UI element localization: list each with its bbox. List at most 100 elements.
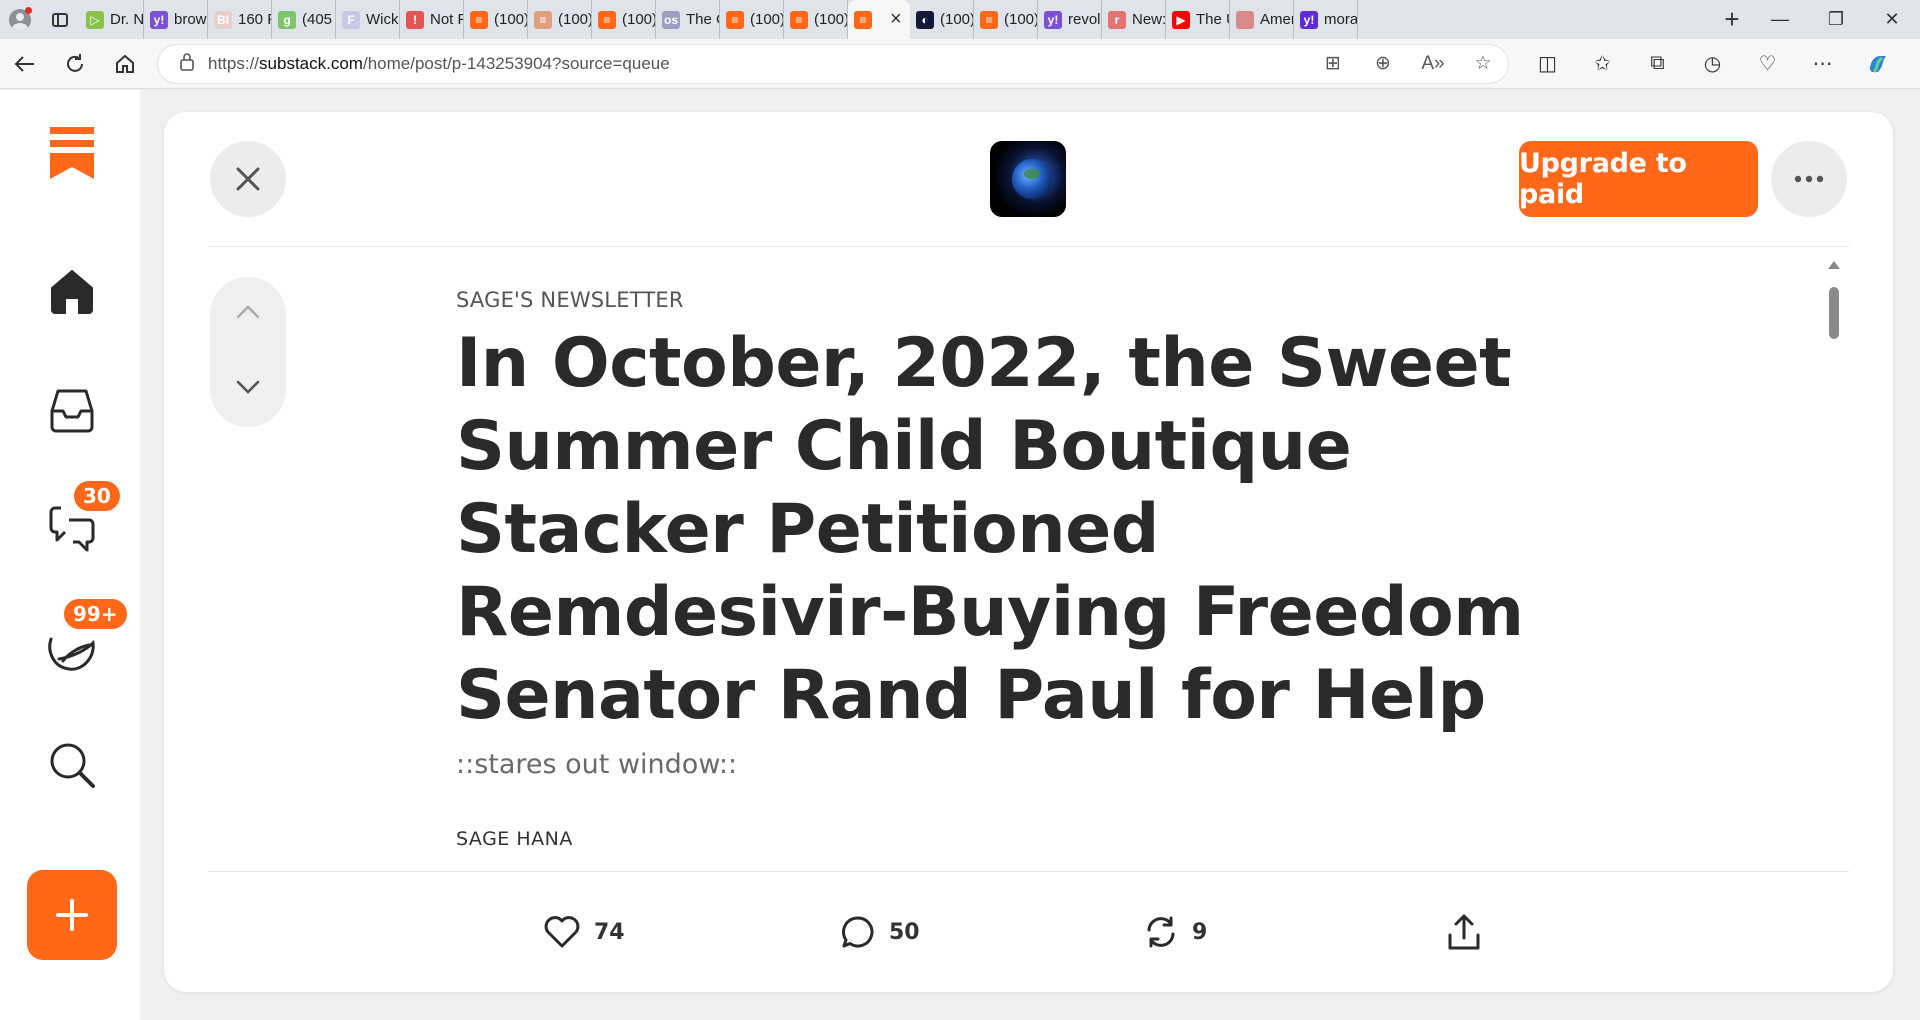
publication-name[interactable]: SAGE'S NEWSLETTER	[456, 247, 1556, 312]
tab-favicon-icon: ≡	[980, 10, 998, 29]
history-icon[interactable]: ◷	[1685, 39, 1740, 89]
browser-tab[interactable]: y! revol	[1038, 0, 1102, 39]
more-tools-icon[interactable]: ⋯	[1795, 39, 1850, 89]
substack-logo[interactable]	[35, 116, 109, 190]
app-available-icon[interactable]: ⊞	[1308, 45, 1358, 83]
profile-button[interactable]	[0, 0, 40, 39]
tab-favicon-icon: y!	[150, 10, 168, 29]
browser-tab[interactable]: BI 160 F	[208, 0, 272, 39]
tab-favicon-icon: ≡	[726, 10, 744, 29]
favorite-star-icon[interactable]: ☆	[1458, 45, 1508, 83]
refresh-button[interactable]	[50, 39, 100, 89]
browser-tab[interactable]: ≡ (100)	[464, 0, 528, 39]
close-icon	[236, 167, 260, 191]
back-button[interactable]	[0, 39, 50, 89]
tab-title: The U	[1196, 11, 1229, 28]
refresh-icon	[67, 53, 83, 72]
browser-tab[interactable]: ≡ (100)	[720, 0, 784, 39]
browser-tab[interactable]: ! Not F	[400, 0, 464, 39]
copilot-icon[interactable]	[1850, 39, 1905, 89]
browser-tools: ◫ ✩ ⧉ ◷ ♡ ⋯	[1520, 39, 1905, 89]
browser-tab[interactable]: y! brow	[144, 0, 208, 39]
upgrade-to-paid-button[interactable]: Upgrade to paid	[1519, 141, 1758, 217]
tab-favicon-icon: ≡	[598, 10, 616, 29]
tab-favicon-icon: ▷	[86, 10, 104, 29]
restore-button[interactable]: ❐	[1808, 0, 1864, 39]
tab-list: ▷ Dr. N y! brow BI 160 F g (405 F Wick! Not F ≡ (100…	[80, 0, 1712, 39]
browser-tab[interactable]: ≡ (100)	[528, 0, 592, 39]
browser-tab[interactable]: ≡ (100)	[592, 0, 656, 39]
tab-favicon-icon: ≡	[534, 10, 552, 29]
home-button[interactable]	[100, 39, 150, 89]
sidebar-item-chat[interactable]: 30	[35, 478, 123, 564]
browser-tab[interactable]: ◐ (100)	[910, 0, 974, 39]
tab-favicon-icon: ≡	[854, 10, 872, 29]
tab-title: (405	[302, 11, 333, 28]
tab-title: revol	[1068, 11, 1101, 28]
browser-tab[interactable]: r New:	[1102, 0, 1166, 39]
comment-button[interactable]: 50	[841, 872, 920, 992]
browser-tab[interactable]: g (405	[272, 0, 336, 39]
like-count: 74	[594, 919, 625, 945]
post-subtitle: ::stares out window::	[456, 749, 738, 780]
scroll-up-arrow-icon[interactable]	[1828, 261, 1840, 269]
post-content-viewport[interactable]: SAGE'S NEWSLETTER In October, 2022, the …	[164, 247, 1893, 871]
browser-tab[interactable]: ▶ The U	[1166, 0, 1230, 39]
search-icon	[50, 743, 95, 788]
publication-logo[interactable]	[990, 141, 1066, 217]
activity-badge: 99+	[61, 596, 130, 632]
tab-actions-icon	[52, 12, 68, 27]
collections-icon[interactable]: ⧉	[1630, 39, 1685, 89]
tab-active[interactable]: ≡ ×	[848, 0, 910, 39]
tab-favicon-icon: ◐	[916, 10, 934, 29]
tab-title: (100)	[940, 11, 974, 28]
address-bar[interactable]: https://substack.com/home/post/p-1432539…	[158, 44, 1508, 83]
close-tab-icon[interactable]: ×	[890, 8, 902, 31]
more-options-button[interactable]	[1771, 141, 1847, 217]
tab-favicon-icon: ≡	[790, 10, 808, 29]
inbox-icon	[50, 389, 94, 433]
tab-actions-button[interactable]	[40, 0, 80, 39]
scrollbar-thumb[interactable]	[1829, 287, 1839, 339]
browser-essentials-icon[interactable]: ♡	[1740, 39, 1795, 89]
read-aloud-icon[interactable]: A»	[1408, 45, 1458, 83]
browser-tab[interactable]: ≡ (100)	[784, 0, 848, 39]
split-screen-icon[interactable]: ◫	[1520, 39, 1575, 89]
browser-tab[interactable]: Amer	[1230, 0, 1294, 39]
scrollbar[interactable]	[1828, 257, 1840, 867]
post-author[interactable]: SAGE HANA	[456, 828, 1556, 850]
favorites-icon[interactable]: ✩	[1575, 39, 1630, 89]
browser-tab[interactable]: ≡ (100)	[974, 0, 1038, 39]
post-title: In October, 2022, the Sweet Summer Child…	[456, 324, 1524, 735]
tab-title: 160 F	[238, 11, 271, 28]
compose-button[interactable]	[27, 870, 117, 960]
browser-tab-strip: ▷ Dr. N y! brow BI 160 F g (405 F Wick! Not F ≡ (100…	[0, 0, 1920, 39]
tab-favicon-icon	[1236, 10, 1254, 29]
browser-tab[interactable]: os The C	[656, 0, 720, 39]
home-icon	[51, 270, 93, 314]
tab-favicon-icon: g	[278, 10, 296, 29]
restack-button[interactable]: 9	[1144, 872, 1207, 992]
browser-tab[interactable]: y! mora	[1294, 0, 1358, 39]
heart-icon	[544, 916, 580, 948]
close-post-button[interactable]	[210, 141, 286, 217]
plus-icon	[56, 899, 88, 931]
close-window-button[interactable]: ✕	[1864, 0, 1920, 39]
like-button[interactable]: 74	[544, 872, 625, 992]
tab-title: (100)	[622, 11, 656, 28]
sidebar-item-activity[interactable]: 99+	[35, 596, 130, 684]
tab-favicon-icon: y!	[1300, 10, 1318, 29]
new-tab-button[interactable]: +	[1712, 0, 1752, 39]
browser-tab[interactable]: F Wick	[336, 0, 400, 39]
sidebar-item-inbox[interactable]	[35, 373, 109, 447]
more-dots-icon	[1794, 175, 1824, 183]
sidebar-item-search[interactable]	[35, 728, 109, 802]
browser-tab[interactable]: ▷ Dr. N	[80, 0, 144, 39]
sidebar-item-home[interactable]	[35, 254, 109, 328]
zoom-icon[interactable]: ⊕	[1358, 45, 1408, 83]
share-button[interactable]	[1447, 872, 1481, 992]
tab-title: (100)	[1004, 11, 1038, 28]
minimize-button[interactable]: —	[1752, 0, 1808, 39]
tab-favicon-icon: BI	[214, 10, 232, 29]
back-arrow-icon	[14, 55, 34, 72]
